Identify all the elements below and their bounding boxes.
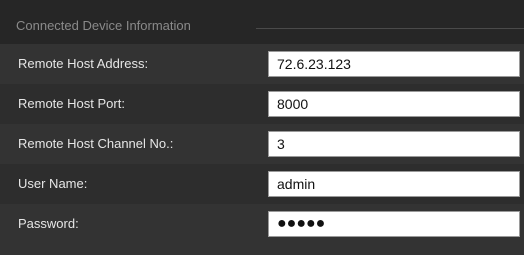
remote-host-port-input[interactable] (268, 91, 520, 117)
remote-host-channel-input[interactable] (268, 131, 520, 157)
connected-device-panel: Connected Device Information Remote Host… (0, 0, 524, 255)
remote-host-address-row: Remote Host Address: (0, 44, 524, 84)
remote-host-port-row: Remote Host Port: (0, 84, 524, 124)
remote-host-address-input[interactable] (268, 51, 520, 77)
section-header: Connected Device Information (0, 0, 524, 44)
section-title: Connected Device Information (16, 18, 191, 33)
user-name-row: User Name: (0, 164, 524, 204)
password-label: Password: (18, 216, 79, 231)
section-divider (256, 28, 524, 29)
password-row: Password: (0, 204, 524, 255)
remote-host-port-label: Remote Host Port: (18, 96, 125, 111)
remote-host-address-label: Remote Host Address: (18, 56, 149, 71)
user-name-input[interactable] (268, 171, 520, 197)
remote-host-channel-row: Remote Host Channel No.: (0, 124, 524, 164)
user-name-label: User Name: (18, 176, 88, 191)
remote-host-channel-label: Remote Host Channel No.: (18, 136, 174, 151)
password-input[interactable] (268, 211, 520, 237)
